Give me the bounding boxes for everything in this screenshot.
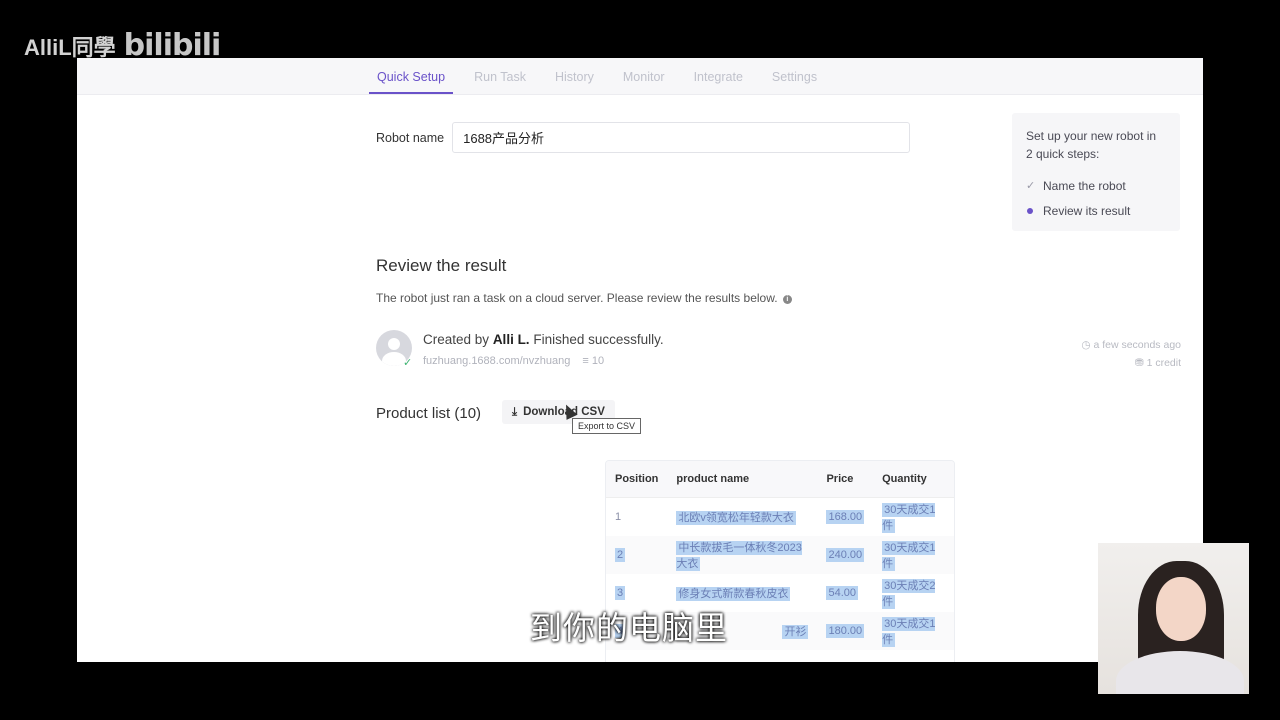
tab-history[interactable]: History <box>547 70 602 94</box>
table-row: 1 北欧v领宽松年轻款大衣 168.00 30天成交1件 <box>606 498 954 537</box>
task-status: Finished successfully. <box>533 332 664 347</box>
header-product-name[interactable]: product name <box>667 461 818 498</box>
cell-text: 240.00 <box>826 548 865 562</box>
review-subtitle-text: The robot just ran a task on a cloud ser… <box>376 291 778 305</box>
task-author: Alli L. <box>492 332 530 347</box>
cell-text: 3 <box>615 586 626 600</box>
table-header-row: Position product name Price Quantity <box>606 461 954 498</box>
cell-quantity: 30天成交2件 <box>873 574 954 612</box>
task-right-meta: ◷ a few seconds ago ⛃ 1 credit <box>1081 336 1181 372</box>
header-price[interactable]: Price <box>817 461 874 498</box>
header-position[interactable]: Position <box>606 461 668 498</box>
tab-settings[interactable]: Settings <box>764 70 825 94</box>
tab-quick-setup[interactable]: Quick Setup <box>369 70 454 94</box>
cell-position: 1 <box>615 511 622 523</box>
task-credits-value: 1 credit <box>1146 357 1181 369</box>
table-row: 2 中长款拔毛一体秋冬2023大衣 240.00 30天成交1件 <box>606 536 954 574</box>
list-icon: ≡ <box>582 355 589 367</box>
cell-price: 240.00 <box>817 536 874 574</box>
presenter-webcam <box>1098 543 1249 694</box>
download-icon: ⤓ <box>512 405 518 418</box>
cell-text: 开衫 <box>782 625 809 639</box>
robot-name-row: Robot name <box>376 122 911 153</box>
tab-monitor[interactable]: Monitor <box>615 70 673 94</box>
cell-price: 180.00 <box>817 612 874 650</box>
success-check-icon: ✓ <box>403 357 413 369</box>
tab-bar: Quick Setup Run Task History Monitor Int… <box>77 58 1203 95</box>
cell-text: 180.00 <box>826 624 865 638</box>
step-label: Review its result <box>1043 203 1131 218</box>
cell-text: 修身女式新款春秋皮衣 <box>676 587 791 601</box>
channel-name: AlliL同學 <box>24 34 116 60</box>
cell-text: 30天成交1件 <box>882 617 936 647</box>
app-window: Quick Setup Run Task History Monitor Int… <box>77 58 1203 662</box>
task-url[interactable]: fuzhuang.1688.com/nvzhuang <box>423 355 570 367</box>
cell-text: 30天成交1件 <box>882 503 936 533</box>
product-list-title: Product list (10) <box>376 405 482 422</box>
checkmark-icon: ✓ <box>1026 180 1036 192</box>
cell-text: 中长款拔毛一体秋冬2023大衣 <box>676 541 802 571</box>
step-review-result: Review its result <box>1026 198 1166 223</box>
review-title: Review the result <box>376 256 507 275</box>
task-time-value: a few seconds ago <box>1093 339 1181 351</box>
created-prefix: Created by <box>423 332 490 347</box>
cell-text: 30天成交1件 <box>882 541 936 571</box>
cell-quantity: 30天成交1件 <box>873 536 954 574</box>
cell-price: 54.00 <box>817 574 873 612</box>
current-step-dot-icon <box>1026 205 1034 217</box>
header-quantity[interactable]: Quantity <box>873 461 954 498</box>
export-tooltip: Export to CSV <box>572 418 642 434</box>
cell-text: 30天成交2件 <box>882 579 936 609</box>
row-count: ≡ 10 <box>582 355 604 367</box>
review-subtitle: The robot just ran a task on a cloud ser… <box>376 291 792 305</box>
info-icon[interactable]: i <box>782 295 792 304</box>
tab-integrate[interactable]: Integrate <box>686 70 751 94</box>
step-name-robot: ✓ Name the robot <box>1026 173 1166 198</box>
steps-title: Set up your new robot in 2 quick steps: <box>1026 129 1157 161</box>
cell-product-name: 中长款拔毛一体秋冬2023大衣 <box>667 536 818 574</box>
cell-product-name: 北欧v领宽松年轻款大衣 <box>667 498 817 537</box>
clock-icon: ◷ <box>1081 339 1091 351</box>
cell-price: 168.00 <box>817 498 873 537</box>
tab-run-task[interactable]: Run Task <box>466 70 534 94</box>
step-label: Name the robot <box>1043 178 1126 193</box>
robot-name-label: Robot name <box>376 130 445 145</box>
task-credits: ⛃ 1 credit <box>1081 354 1181 372</box>
task-created-line: Created by Alli L. Finished successfully… <box>423 332 664 347</box>
task-meta: fuzhuang.1688.com/nvzhuang ≡ 10 <box>423 355 604 367</box>
cell-text: 北欧v领宽松年轻款大衣 <box>676 511 796 525</box>
cell-text: 168.00 <box>826 510 865 524</box>
robot-name-input[interactable] <box>452 122 911 153</box>
setup-steps-panel: Set up your new robot in 2 quick steps: … <box>1012 113 1180 231</box>
cell-quantity: 30天成交1件 <box>873 612 954 650</box>
video-subtitle: 到你的电脑里 <box>530 609 729 647</box>
cell-text: 2 <box>615 548 626 562</box>
task-time: ◷ a few seconds ago <box>1081 336 1181 354</box>
cell-position: 2 <box>606 536 668 574</box>
cell-text: 54.00 <box>826 586 858 600</box>
credits-icon: ⛃ <box>1134 357 1144 369</box>
cell-quantity: 30天成交1件 <box>873 498 954 537</box>
row-count-value: 10 <box>591 355 605 367</box>
